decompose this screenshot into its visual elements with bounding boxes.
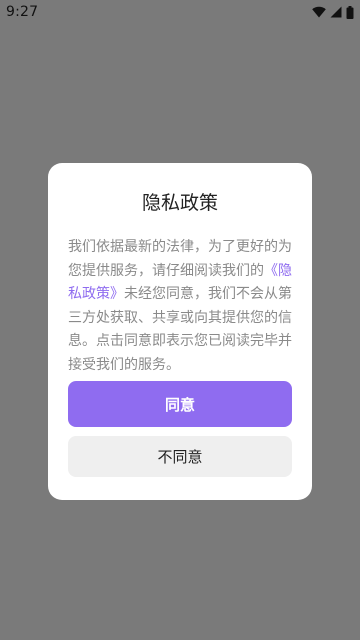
status-bar: 9:27: [0, 0, 360, 24]
disagree-button-label: 不同意: [157, 448, 203, 466]
agree-button-label: 同意: [164, 395, 195, 414]
dialog-title: 隐私政策: [141, 192, 218, 214]
signal-icon: [330, 6, 342, 18]
battery-icon: [346, 5, 354, 19]
body-text-before: 我们依据最新的法律，为了更好的为您提供服务，请仔细阅读我们的: [68, 239, 292, 279]
wifi-icon: [312, 6, 326, 18]
disagree-button[interactable]: 不同意: [68, 436, 292, 477]
status-icons: [312, 5, 354, 19]
agree-button[interactable]: 同意: [68, 381, 292, 427]
privacy-dialog: 隐私政策 我们依据最新的法律，为了更好的为您提供服务，请仔细阅读我们的《隐私政策…: [48, 163, 312, 500]
status-time: 9:27: [6, 4, 39, 20]
dialog-body: 我们依据最新的法律，为了更好的为您提供服务，请仔细阅读我们的《隐私政策》未经您同…: [68, 236, 292, 377]
